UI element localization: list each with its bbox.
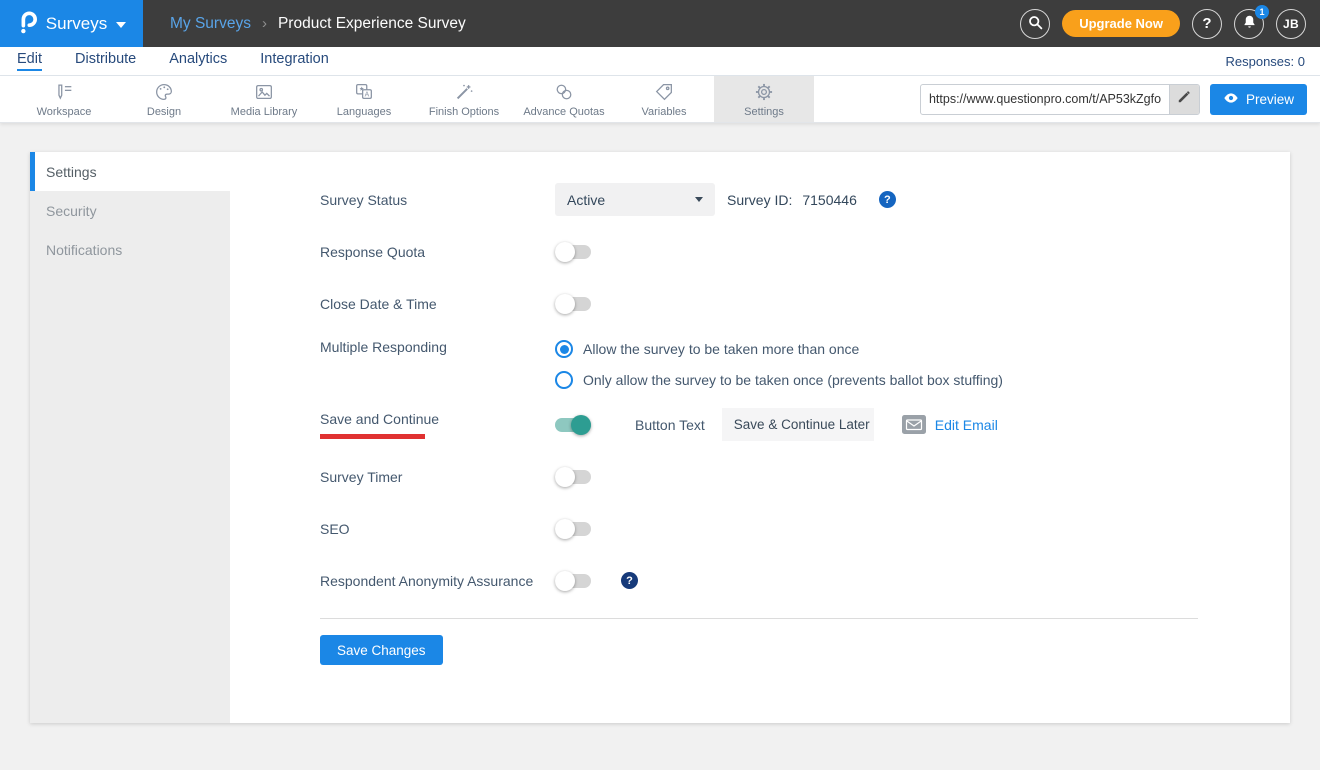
breadcrumb-my-surveys[interactable]: My Surveys	[170, 15, 251, 33]
user-avatar[interactable]: JB	[1276, 9, 1306, 39]
edit-url-button[interactable]	[1169, 85, 1199, 114]
respondent-anonymity-label: Respondent Anonymity Assurance	[320, 573, 555, 589]
radio-option-allow-multiple[interactable]: Allow the survey to be taken more than o…	[555, 340, 859, 358]
eye-icon	[1223, 92, 1239, 107]
tool-advance-quotas[interactable]: Advance Quotas	[514, 76, 614, 122]
respondent-anonymity-toggle[interactable]	[555, 574, 591, 588]
translate-icon: A	[353, 80, 375, 103]
breadcrumb-current: Product Experience Survey	[278, 15, 466, 33]
breadcrumb: My Surveys › Product Experience Survey	[170, 15, 466, 33]
select-caret-icon	[695, 197, 703, 202]
tab-integration[interactable]: Integration	[260, 51, 329, 71]
product-switcher[interactable]: Surveys	[0, 0, 143, 47]
close-date-label: Close Date & Time	[320, 296, 555, 312]
survey-timer-toggle[interactable]	[555, 470, 591, 484]
close-date-toggle[interactable]	[555, 297, 591, 311]
tag-icon	[653, 80, 675, 103]
save-changes-button[interactable]: Save Changes	[320, 635, 443, 665]
survey-url-text: https://www.questionpro.com/t/AP53kZgfo	[921, 92, 1169, 106]
palette-icon	[153, 80, 175, 103]
questionpro-logo-icon	[17, 9, 37, 38]
notification-badge: 1	[1255, 5, 1269, 19]
radio-option-only-once[interactable]: Only allow the survey to be taken once (…	[555, 371, 1003, 389]
radio-icon[interactable]	[555, 340, 573, 358]
content-area: Settings Security Notifications Survey S…	[0, 123, 1320, 723]
product-label: Surveys	[46, 14, 107, 34]
response-quota-label: Response Quota	[320, 244, 555, 260]
sidebar-item-notifications[interactable]: Notifications	[30, 230, 230, 269]
response-quota-toggle[interactable]	[555, 245, 591, 259]
radio-icon[interactable]	[555, 371, 573, 389]
survey-timer-label: Survey Timer	[320, 469, 555, 485]
setting-row-close-date: Close Date & Time	[320, 287, 1290, 320]
help-button[interactable]: ?	[1192, 9, 1222, 39]
avatar-initials: JB	[1283, 17, 1299, 31]
setting-row-multiple-responding: Multiple Responding Allow the survey to …	[320, 339, 1290, 389]
settings-sidebar: Settings Security Notifications	[30, 152, 230, 723]
search-button[interactable]	[1020, 9, 1050, 39]
breadcrumb-separator: ›	[262, 15, 267, 32]
settings-card: Settings Security Notifications Survey S…	[30, 152, 1290, 723]
tool-settings[interactable]: Settings	[714, 76, 814, 122]
setting-row-seo: SEO	[320, 512, 1290, 545]
magic-wand-icon	[453, 80, 475, 103]
workspace-icon	[53, 80, 75, 103]
save-and-continue-label: Save and Continue	[320, 411, 555, 439]
toolbar-right: https://www.questionpro.com/t/AP53kZgfo …	[920, 76, 1320, 122]
search-icon	[1028, 15, 1043, 33]
upgrade-button[interactable]: Upgrade Now	[1062, 10, 1180, 37]
respondent-anonymity-help-icon[interactable]: ?	[621, 572, 638, 589]
tool-languages[interactable]: A Languages	[314, 76, 414, 122]
survey-status-label: Survey Status	[320, 192, 555, 208]
survey-id-help-icon[interactable]: ?	[879, 191, 896, 208]
chevron-down-icon	[116, 16, 126, 31]
setting-row-respondent-anonymity: Respondent Anonymity Assurance ?	[320, 564, 1290, 597]
form-divider	[320, 618, 1198, 619]
svg-text:A: A	[365, 91, 370, 98]
tool-workspace[interactable]: Workspace	[14, 76, 114, 122]
setting-row-survey-status: Survey Status Active Survey ID: 7150446 …	[320, 183, 1290, 216]
header-actions: Upgrade Now ? 1 JB	[1020, 9, 1320, 39]
pencil-icon	[1177, 90, 1191, 109]
gear-icon	[753, 80, 775, 103]
email-icon	[902, 415, 926, 434]
survey-id-value: 7150446	[802, 192, 857, 208]
edit-email-link[interactable]: Edit Email	[935, 417, 998, 433]
save-and-continue-toggle[interactable]	[555, 418, 591, 432]
multiple-responding-label: Multiple Responding	[320, 339, 555, 355]
button-text-input[interactable]: Save & Continue Later	[722, 408, 874, 441]
tool-variables[interactable]: Variables	[614, 76, 714, 122]
notifications-button[interactable]: 1	[1234, 9, 1264, 39]
seo-toggle[interactable]	[555, 522, 591, 536]
bell-icon	[1242, 14, 1257, 33]
tool-design[interactable]: Design	[114, 76, 214, 122]
chain-links-icon	[553, 80, 575, 103]
button-text-label: Button Text	[635, 417, 705, 433]
toolbar-tools: Workspace Design Media Libr	[0, 76, 814, 122]
survey-section-nav: Edit Distribute Analytics Integration Re…	[0, 47, 1320, 76]
survey-url-field[interactable]: https://www.questionpro.com/t/AP53kZgfo	[920, 84, 1200, 115]
edit-toolbar: Workspace Design Media Libr	[0, 76, 1320, 123]
top-header: Surveys My Surveys › Product Experience …	[0, 0, 1320, 47]
setting-row-response-quota: Response Quota	[320, 235, 1290, 268]
tool-media-library[interactable]: Media Library	[214, 76, 314, 122]
tab-edit[interactable]: Edit	[17, 51, 42, 71]
image-icon	[253, 80, 275, 103]
setting-row-save-and-continue: Save and Continue Button Text Save & Con…	[320, 408, 1290, 441]
survey-id-label: Survey ID:	[727, 192, 792, 208]
sidebar-item-security[interactable]: Security	[30, 191, 230, 230]
tool-finish-options[interactable]: Finish Options	[414, 76, 514, 122]
tab-distribute[interactable]: Distribute	[75, 51, 136, 71]
help-icon: ?	[1202, 15, 1211, 32]
tab-analytics[interactable]: Analytics	[169, 51, 227, 71]
responses-count: Responses: 0	[1226, 54, 1306, 69]
seo-label: SEO	[320, 521, 555, 537]
setting-row-survey-timer: Survey Timer	[320, 460, 1290, 493]
preview-button[interactable]: Preview	[1210, 84, 1307, 115]
sidebar-item-settings[interactable]: Settings	[30, 152, 230, 191]
survey-status-select[interactable]: Active	[555, 183, 715, 216]
settings-form: Survey Status Active Survey ID: 7150446 …	[230, 152, 1290, 723]
